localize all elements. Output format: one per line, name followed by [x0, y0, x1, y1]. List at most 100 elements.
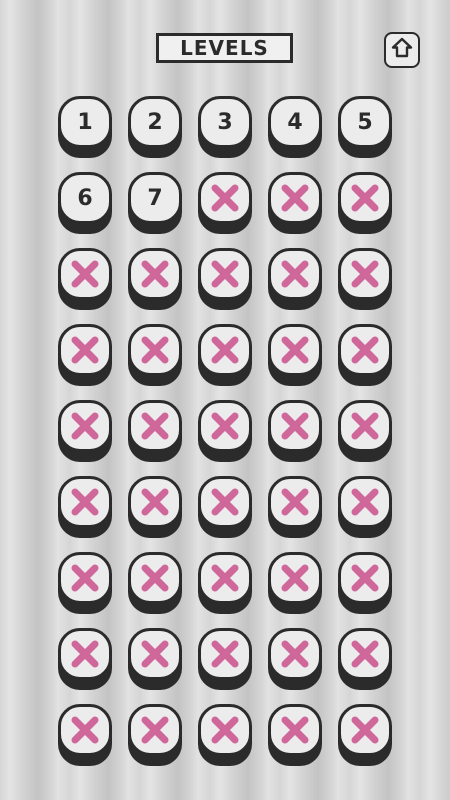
locked-x-icon [138, 713, 172, 747]
level-button-face [198, 704, 252, 756]
page-title: LEVELS [180, 36, 269, 60]
level-button-face [128, 400, 182, 452]
level-button-locked[interactable] [268, 400, 322, 464]
level-button-locked[interactable] [128, 400, 182, 464]
level-button-locked[interactable] [268, 476, 322, 540]
locked-x-icon [348, 561, 382, 595]
level-button[interactable]: 6 [58, 172, 112, 236]
level-button-face [268, 704, 322, 756]
level-button-locked[interactable] [198, 476, 252, 540]
level-button-face [198, 552, 252, 604]
locked-x-icon [348, 409, 382, 443]
level-button-locked[interactable] [58, 476, 112, 540]
level-button-locked[interactable] [198, 248, 252, 312]
level-button-face [58, 552, 112, 604]
level-button-locked[interactable] [338, 172, 392, 236]
locked-x-icon [68, 561, 102, 595]
level-button-locked[interactable] [198, 400, 252, 464]
level-button-locked[interactable] [198, 172, 252, 236]
level-button-locked[interactable] [198, 628, 252, 692]
level-button-locked[interactable] [58, 400, 112, 464]
level-button-face [58, 400, 112, 452]
level-button-face [128, 324, 182, 376]
level-number: 1 [77, 109, 93, 135]
level-button-face [338, 476, 392, 528]
level-button-face: 1 [58, 96, 112, 148]
locked-x-icon [348, 257, 382, 291]
home-button[interactable] [384, 32, 420, 68]
level-button-locked[interactable] [128, 628, 182, 692]
level-button[interactable]: 2 [128, 96, 182, 160]
locked-x-icon [68, 257, 102, 291]
locked-x-icon [208, 561, 242, 595]
level-button-face [128, 476, 182, 528]
level-button[interactable]: 3 [198, 96, 252, 160]
level-button[interactable]: 7 [128, 172, 182, 236]
level-button-locked[interactable] [338, 552, 392, 616]
level-number: 2 [147, 109, 163, 135]
locked-x-icon [138, 637, 172, 671]
level-button-face [338, 172, 392, 224]
level-button-face: 4 [268, 96, 322, 148]
locked-x-icon [138, 485, 172, 519]
locked-x-icon [278, 257, 312, 291]
level-button-locked[interactable] [58, 704, 112, 768]
locked-x-icon [138, 561, 172, 595]
level-button-locked[interactable] [338, 628, 392, 692]
level-button-locked[interactable] [268, 628, 322, 692]
level-button-locked[interactable] [268, 172, 322, 236]
level-button-face [198, 628, 252, 680]
level-button-locked[interactable] [58, 324, 112, 388]
level-button-locked[interactable] [58, 628, 112, 692]
locked-x-icon [278, 713, 312, 747]
level-button-face [128, 248, 182, 300]
locked-x-icon [208, 333, 242, 367]
level-button-locked[interactable] [338, 704, 392, 768]
level-button[interactable]: 4 [268, 96, 322, 160]
locked-x-icon [208, 637, 242, 671]
level-button-locked[interactable] [338, 476, 392, 540]
level-button-face [338, 704, 392, 756]
level-button-locked[interactable] [128, 476, 182, 540]
level-button-locked[interactable] [268, 324, 322, 388]
level-button-locked[interactable] [338, 324, 392, 388]
level-button[interactable]: 5 [338, 96, 392, 160]
level-button-face [268, 628, 322, 680]
level-button-locked[interactable] [268, 552, 322, 616]
level-button-locked[interactable] [198, 324, 252, 388]
level-button-locked[interactable] [128, 552, 182, 616]
level-button-face: 5 [338, 96, 392, 148]
level-button-face [128, 552, 182, 604]
level-button-locked[interactable] [198, 704, 252, 768]
locked-x-icon [278, 561, 312, 595]
level-button-locked[interactable] [338, 248, 392, 312]
level-button-locked[interactable] [128, 248, 182, 312]
level-button-face [198, 248, 252, 300]
level-button-face [268, 552, 322, 604]
level-button-face [338, 248, 392, 300]
level-button-face [58, 324, 112, 376]
level-button-locked[interactable] [268, 704, 322, 768]
level-button-locked[interactable] [198, 552, 252, 616]
level-button-locked[interactable] [128, 324, 182, 388]
level-button-face: 3 [198, 96, 252, 148]
locked-x-icon [208, 181, 242, 215]
locked-x-icon [208, 257, 242, 291]
level-button-locked[interactable] [338, 400, 392, 464]
level-button-face [198, 400, 252, 452]
level-button-locked[interactable] [268, 248, 322, 312]
level-button-face [198, 324, 252, 376]
level-button-face [128, 704, 182, 756]
level-button-face [58, 476, 112, 528]
locked-x-icon [348, 333, 382, 367]
level-button[interactable]: 1 [58, 96, 112, 160]
level-button-face [268, 172, 322, 224]
level-button-locked[interactable] [58, 552, 112, 616]
level-button-locked[interactable] [128, 704, 182, 768]
locked-x-icon [348, 485, 382, 519]
locked-x-icon [208, 485, 242, 519]
level-button-locked[interactable] [58, 248, 112, 312]
locked-x-icon [278, 485, 312, 519]
level-button-face [338, 400, 392, 452]
level-number: 4 [287, 109, 303, 135]
